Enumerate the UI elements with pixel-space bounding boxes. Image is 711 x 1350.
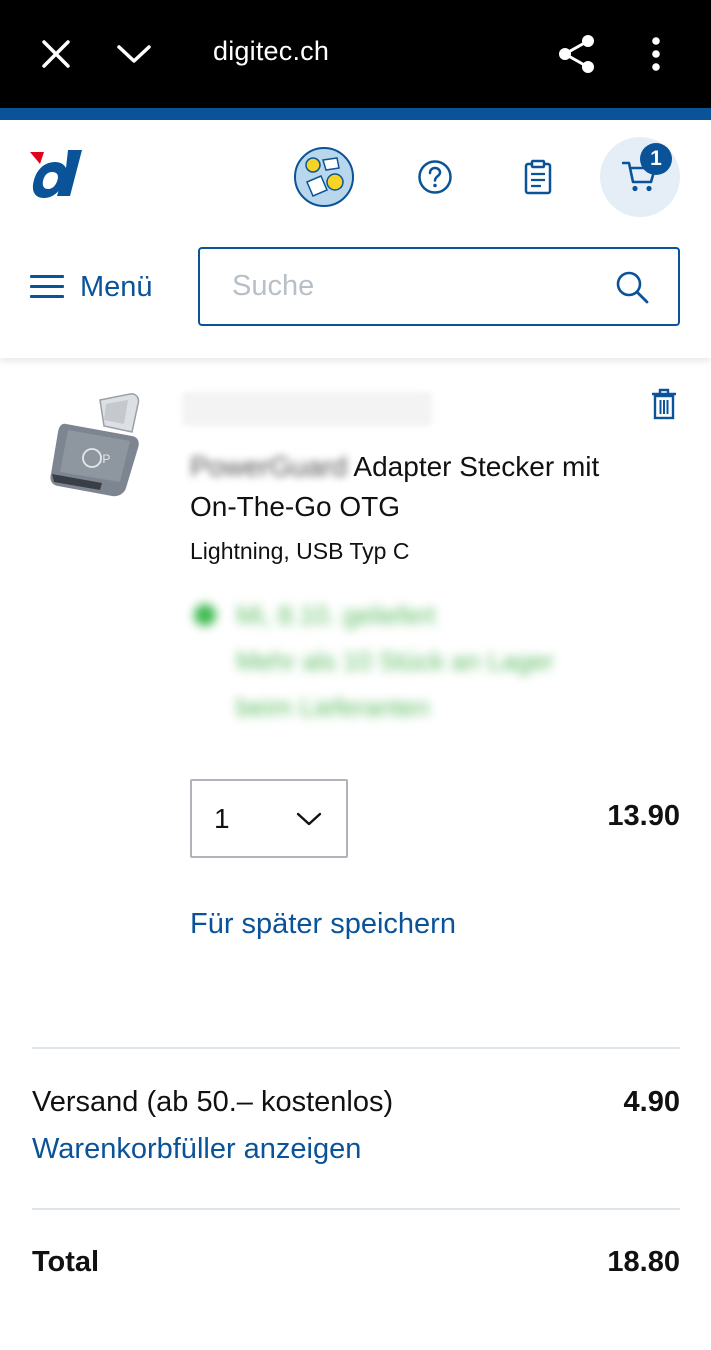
progress-strip (0, 108, 711, 120)
delete-icon[interactable] (650, 388, 678, 420)
cart-count-badge: 1 (640, 143, 672, 175)
save-for-later-link[interactable]: Für später speichern (190, 908, 456, 941)
chevron-down-icon[interactable] (110, 30, 158, 78)
quantity-value: 1 (214, 802, 230, 834)
divider (32, 1047, 680, 1049)
stock-info: Mehr als 10 Stück an Lager (236, 646, 554, 676)
total-label: Total (32, 1246, 100, 1278)
clipboard-icon[interactable] (513, 152, 563, 202)
digitec-logo[interactable] (28, 148, 90, 202)
blurred-banner (182, 392, 432, 426)
product-variant: Lightning, USB Typ C (190, 538, 410, 564)
hamburger-icon (30, 275, 64, 299)
url-text[interactable]: digitec.ch (213, 36, 329, 67)
search-input[interactable] (200, 270, 600, 303)
total-price: 18.80 (607, 1246, 680, 1278)
close-icon[interactable] (32, 30, 80, 78)
svg-text:IP: IP (99, 452, 110, 466)
help-icon[interactable] (410, 152, 460, 202)
shipping-label: Versand (ab 50.– kostenlos) (32, 1086, 394, 1118)
browser-toolbar: digitec.ch (0, 0, 711, 108)
delivery-date: Mi, 8.10. geliefert (236, 600, 436, 630)
share-icon[interactable] (553, 30, 601, 78)
product-image[interactable]: IP (44, 390, 148, 502)
product-brand: PowerGuard (190, 451, 348, 482)
more-vert-icon[interactable] (632, 30, 680, 78)
menu-label: Menü (80, 270, 153, 303)
item-price: 13.90 (607, 800, 680, 832)
stock-location: beim Lieferanten (236, 692, 430, 722)
menu-button[interactable]: Menü (30, 267, 153, 307)
shipping-price: 4.90 (623, 1086, 680, 1118)
search-box (198, 247, 680, 326)
promo-icon[interactable] (293, 146, 355, 208)
chevron-down-icon (296, 812, 322, 826)
cart-filler-link[interactable]: Warenkorbfüller anzeigen (32, 1133, 361, 1166)
divider (32, 1208, 680, 1210)
product-title[interactable]: PowerGuard Adapter Stecker mit On-The-Go… (190, 447, 650, 527)
search-icon[interactable] (614, 269, 650, 305)
delivery-info: Mi, 8.10. geliefert Mehr als 10 Stück an… (190, 592, 640, 730)
availability-dot (194, 604, 216, 626)
quantity-select[interactable]: 1 (190, 779, 348, 858)
